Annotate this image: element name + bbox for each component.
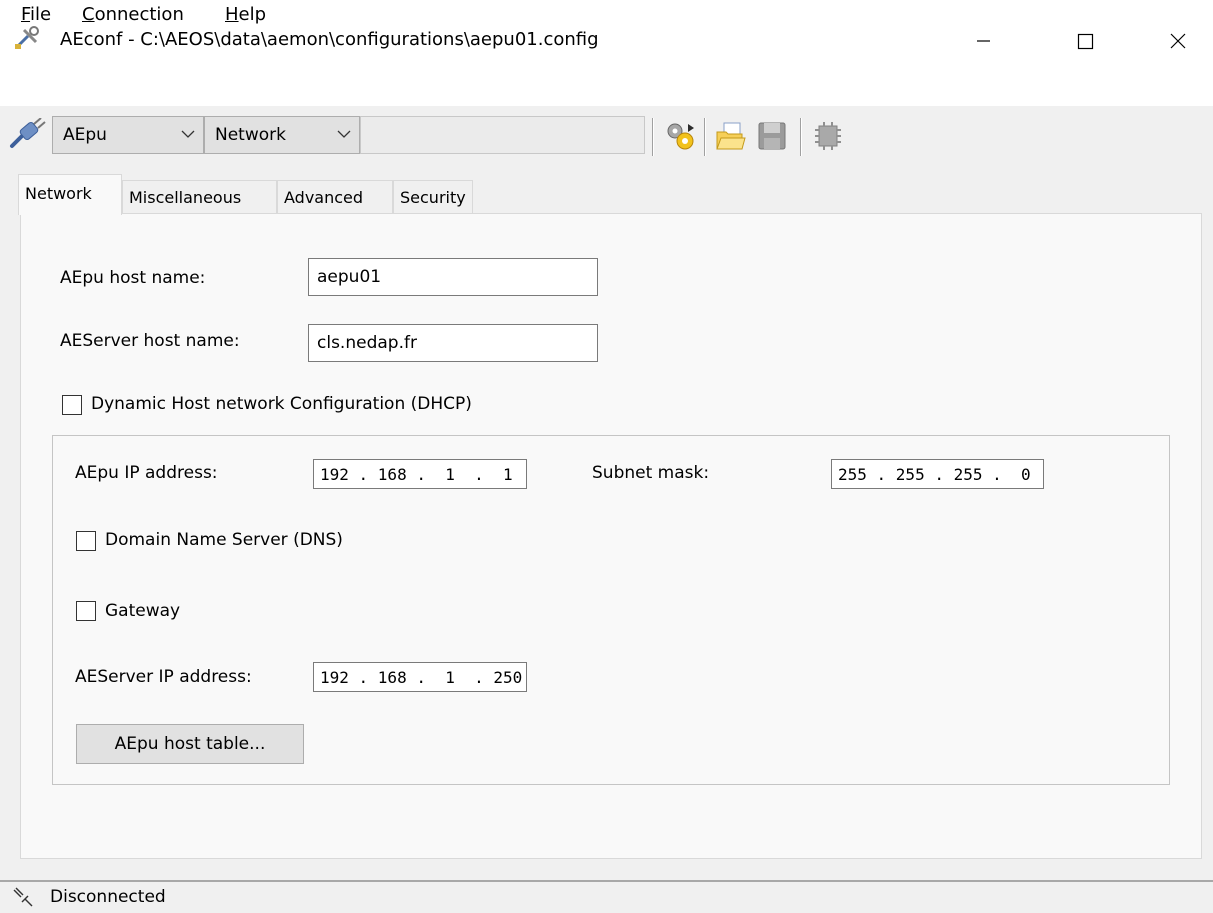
device-type-value: AEpu xyxy=(63,125,107,145)
menu-file[interactable]: File xyxy=(21,4,51,25)
menu-file-mnemonic: F xyxy=(21,4,31,25)
disconnected-plug-icon xyxy=(12,886,34,908)
section-value: Network xyxy=(215,125,286,145)
menu-bar xyxy=(0,74,1213,106)
server-ip-label: AEServer IP address: xyxy=(75,667,252,687)
device-icon[interactable] xyxy=(812,120,844,152)
menu-connection-label: onnection xyxy=(94,4,184,25)
host-table-button[interactable]: AEpu host table... xyxy=(76,724,304,764)
tab-advanced[interactable]: Advanced xyxy=(277,180,393,214)
tab-security[interactable]: Security xyxy=(393,180,473,214)
device-type-select[interactable]: AEpu xyxy=(52,116,204,154)
tools-icon xyxy=(14,26,42,50)
ip-address-label: AEpu IP address: xyxy=(75,463,218,483)
subnet-mask-label: Subnet mask: xyxy=(592,463,710,483)
plug-icon[interactable] xyxy=(8,117,46,150)
tab-miscellaneous[interactable]: Miscellaneous xyxy=(122,180,277,214)
menu-connection[interactable]: Connection xyxy=(82,4,184,25)
close-button[interactable] xyxy=(1155,22,1201,60)
dns-label: Domain Name Server (DNS) xyxy=(105,530,343,550)
server-host-label: AEServer host name: xyxy=(60,331,240,351)
toolbar-separator xyxy=(652,118,654,156)
maximize-button[interactable] xyxy=(1062,22,1108,60)
dns-checkbox[interactable] xyxy=(76,531,96,551)
gateway-label: Gateway xyxy=(105,601,181,621)
menu-help-mnemonic: H xyxy=(225,4,239,25)
close-icon xyxy=(1170,33,1186,49)
gears-icon[interactable] xyxy=(664,120,696,152)
tab-network[interactable]: Network xyxy=(18,174,122,215)
subnet-mask-input[interactable]: 255 . 255 . 255 . 0 xyxy=(831,459,1044,489)
extra-field[interactable] xyxy=(360,116,645,154)
menu-help[interactable]: Help xyxy=(225,4,266,25)
host-name-label: AEpu host name: xyxy=(60,268,206,288)
section-select[interactable]: Network xyxy=(204,116,360,154)
open-folder-icon[interactable] xyxy=(714,120,746,152)
window-title: AEconf - C:\AEOS\data\aemon\configuratio… xyxy=(60,29,599,50)
dhcp-checkbox[interactable] xyxy=(62,395,82,415)
maximize-icon xyxy=(1077,33,1094,50)
toolbar-separator xyxy=(704,118,706,156)
chevron-down-icon xyxy=(181,130,195,138)
host-name-input[interactable]: aepu01 xyxy=(308,258,598,296)
menu-connection-mnemonic: C xyxy=(82,4,95,25)
gateway-checkbox[interactable] xyxy=(76,601,96,621)
save-disk-icon[interactable] xyxy=(756,120,788,152)
toolbar-separator xyxy=(800,118,802,156)
minimize-icon xyxy=(977,40,990,42)
connection-status: Disconnected xyxy=(50,887,166,907)
status-bar xyxy=(0,880,1213,912)
server-ip-input[interactable]: 192 . 168 . 1 . 250 xyxy=(313,662,527,692)
menu-file-label: ile xyxy=(30,4,52,25)
chevron-down-icon xyxy=(337,130,351,138)
ip-address-input[interactable]: 192 . 168 . 1 . 1 xyxy=(313,459,527,489)
server-host-input[interactable]: cls.nedap.fr xyxy=(308,324,598,362)
minimize-button[interactable] xyxy=(960,22,1006,60)
dhcp-label: Dynamic Host network Configuration (DHCP… xyxy=(91,394,472,414)
menu-help-label: elp xyxy=(238,4,267,25)
